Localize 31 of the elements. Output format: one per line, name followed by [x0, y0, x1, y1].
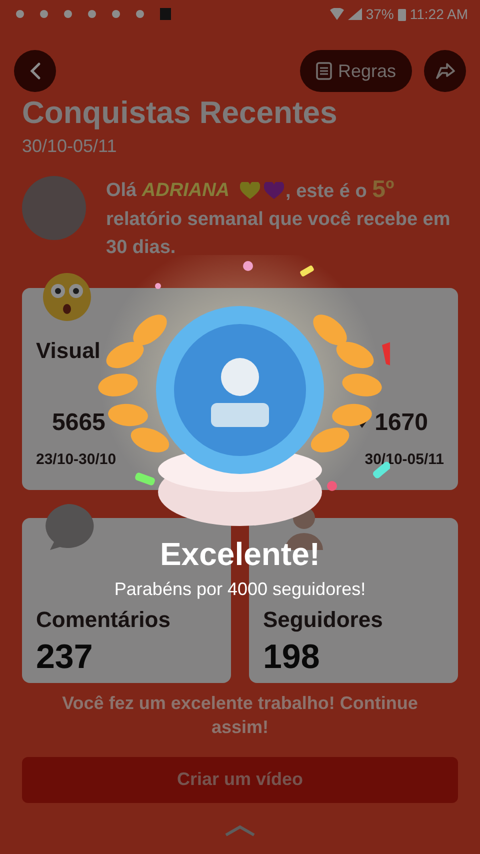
stat-value: 1670	[374, 408, 429, 438]
heart-icon	[264, 182, 284, 200]
stat-value: 198	[263, 637, 321, 678]
chevron-up-icon	[224, 824, 256, 837]
stat-period: 23/10-30/10	[36, 450, 116, 470]
signal-icon	[348, 8, 362, 20]
stat-value: 237	[36, 637, 94, 678]
card-title: Seguidores	[263, 606, 384, 634]
battery-icon	[398, 8, 406, 20]
surprised-face-icon	[42, 272, 92, 322]
status-time: 11:22 AM	[410, 4, 468, 24]
back-icon	[29, 62, 41, 80]
greeting-text: , este é o 5º	[286, 176, 394, 205]
share-button[interactable]	[424, 50, 466, 92]
rules-button[interactable]: Regras	[300, 50, 412, 92]
greeting-text: relatório semanal que você recebe em 30 dias.	[106, 208, 452, 260]
card-title: Visual	[36, 337, 102, 366]
wifi-icon	[330, 8, 344, 20]
greeting-text: Olá ADRIANA	[106, 178, 230, 203]
heart-icon	[240, 182, 260, 200]
battery-percentage: 37%	[366, 4, 394, 24]
share-icon	[435, 62, 455, 80]
back-button[interactable]	[14, 50, 56, 92]
stat-period: 30/10-05/11	[364, 450, 444, 470]
card-title: Comentários	[36, 606, 172, 634]
create-video-button[interactable]: Criar um vídeo	[22, 756, 458, 803]
encouragement-text: Você fez um excelente trabalho! Continue assim!	[61, 692, 419, 739]
date-range: 30/10-05/11	[22, 134, 118, 158]
document-icon	[316, 62, 332, 80]
page-title: Conquistas Recentes	[22, 94, 338, 132]
stat-value: 5665	[51, 408, 106, 438]
